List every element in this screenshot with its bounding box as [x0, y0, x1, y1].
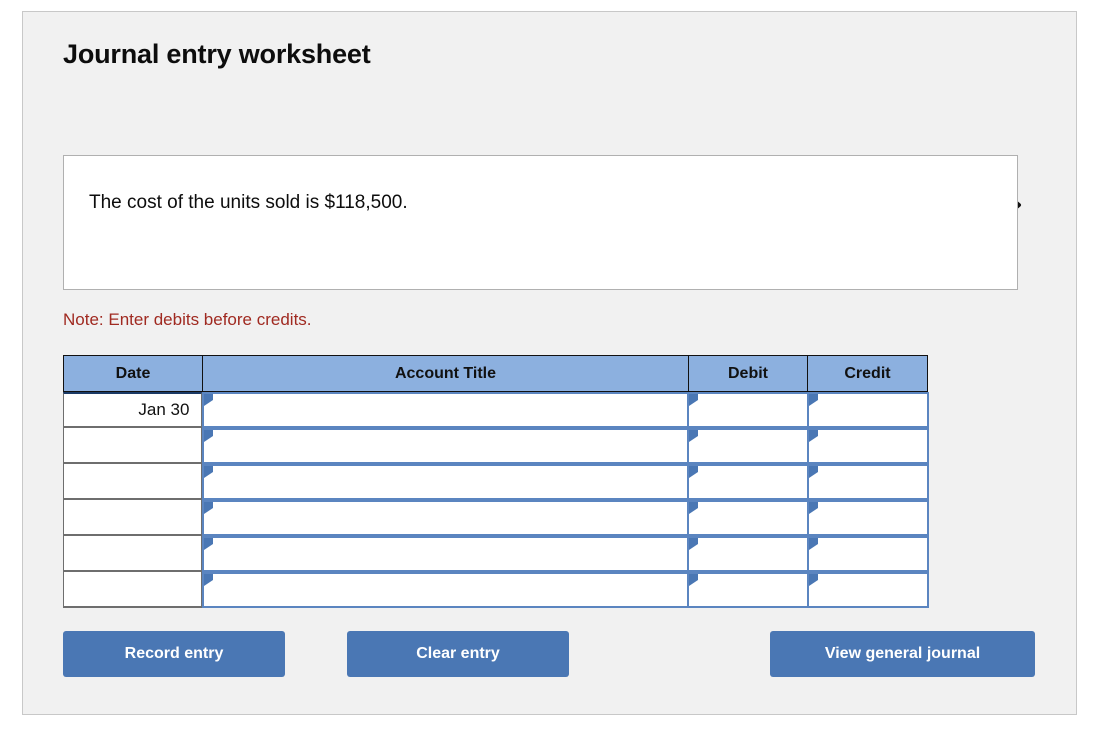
dropdown-triangle-icon[interactable] [689, 538, 699, 550]
credit-input[interactable] [806, 428, 929, 464]
dropdown-triangle-icon[interactable] [689, 394, 699, 406]
column-header-date: Date [63, 355, 203, 392]
clear-entry-button[interactable]: Clear entry [347, 631, 569, 677]
column-header-credit: Credit [807, 355, 928, 392]
statement-text: The cost of the units sold is $118,500. [89, 192, 408, 213]
dropdown-triangle-icon[interactable] [808, 502, 818, 514]
cell-date[interactable] [63, 500, 203, 536]
view-general-journal-button[interactable]: View general journal [770, 631, 1035, 677]
dropdown-triangle-icon[interactable] [808, 430, 818, 442]
table-row [63, 572, 929, 608]
credit-input[interactable] [806, 500, 929, 536]
dropdown-triangle-icon[interactable] [689, 466, 699, 478]
journal-entry-table: Date Account Title Debit Credit Jan 30 [63, 355, 929, 621]
dropdown-triangle-icon[interactable] [204, 574, 214, 586]
dropdown-triangle-icon[interactable] [204, 430, 214, 442]
credit-input[interactable] [806, 572, 929, 608]
credit-input[interactable] [806, 464, 929, 500]
statement-box: The cost of the units sold is $118,500. [63, 155, 1018, 290]
dropdown-triangle-icon[interactable] [204, 394, 214, 406]
journal-table-body: Jan 30 [63, 392, 929, 608]
cell-date[interactable] [63, 428, 203, 464]
debits-before-credits-note: Note: Enter debits before credits. [63, 310, 312, 329]
account-title-input[interactable] [202, 536, 690, 572]
dropdown-triangle-icon[interactable] [808, 574, 818, 586]
dropdown-triangle-icon[interactable] [689, 430, 699, 442]
journal-entry-screen: Journal entry worksheet 1234567814..... … [0, 0, 1098, 742]
debit-input[interactable] [687, 572, 809, 608]
debit-input[interactable] [687, 428, 809, 464]
dropdown-triangle-icon[interactable] [204, 502, 214, 514]
table-row [63, 500, 929, 536]
credit-input[interactable] [806, 392, 929, 428]
table-row [63, 536, 929, 572]
table-row [63, 464, 929, 500]
record-entry-button[interactable]: Record entry [63, 631, 285, 677]
account-title-input[interactable] [202, 572, 690, 608]
credit-input[interactable] [806, 536, 929, 572]
cell-date[interactable]: Jan 30 [63, 392, 203, 428]
account-title-input[interactable] [202, 464, 690, 500]
cell-date[interactable] [63, 536, 203, 572]
debit-input[interactable] [687, 392, 809, 428]
page-title: Journal entry worksheet [63, 39, 371, 69]
column-header-debit: Debit [688, 355, 808, 392]
table-row: Jan 30 [63, 392, 929, 428]
dropdown-triangle-icon[interactable] [204, 466, 214, 478]
journal-table-header: Date Account Title Debit Credit [63, 355, 929, 392]
account-title-input[interactable] [202, 428, 690, 464]
table-row [63, 428, 929, 464]
cell-date[interactable] [63, 464, 203, 500]
account-title-input[interactable] [202, 392, 690, 428]
debit-input[interactable] [687, 464, 809, 500]
dropdown-triangle-icon[interactable] [808, 466, 818, 478]
dropdown-triangle-icon[interactable] [689, 574, 699, 586]
account-title-input[interactable] [202, 500, 690, 536]
worksheet-panel: Journal entry worksheet 1234567814..... … [22, 11, 1077, 715]
dropdown-triangle-icon[interactable] [204, 538, 214, 550]
dropdown-triangle-icon[interactable] [689, 502, 699, 514]
debit-input[interactable] [687, 500, 809, 536]
column-header-account-title: Account Title [202, 355, 689, 392]
dropdown-triangle-icon[interactable] [808, 538, 818, 550]
cell-date[interactable] [63, 572, 203, 608]
dropdown-triangle-icon[interactable] [808, 394, 818, 406]
debit-input[interactable] [687, 536, 809, 572]
